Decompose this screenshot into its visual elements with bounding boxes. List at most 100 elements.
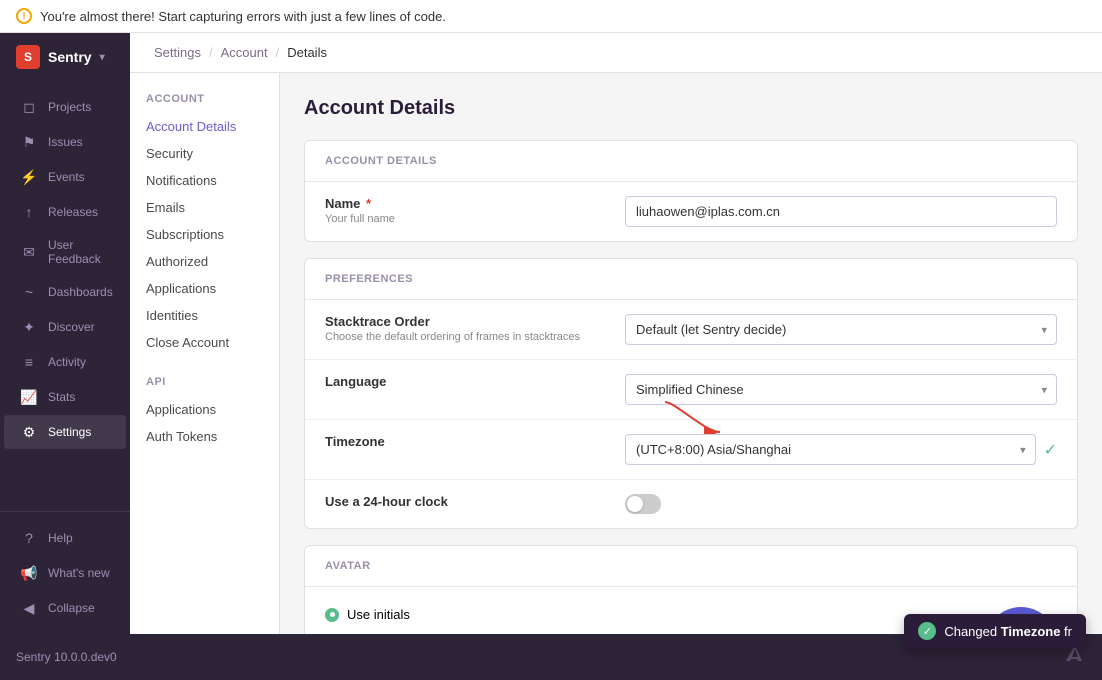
- breadcrumb-account[interactable]: Account: [221, 45, 268, 60]
- sidebar-item-help[interactable]: ? Help: [4, 521, 126, 555]
- sidebar-item-label: Dashboards: [48, 285, 113, 299]
- timezone-control: (UTC+8:00) Asia/Shanghai (UTC+0:00) UTC …: [625, 434, 1057, 465]
- sidebar-item-settings[interactable]: ⚙ Settings: [4, 415, 126, 449]
- issues-icon: ⚑: [20, 133, 38, 151]
- breadcrumb-sep1: /: [209, 45, 213, 60]
- dashboards-icon: ~: [20, 283, 38, 301]
- banner-message: You're almost there! Start capturing err…: [40, 9, 446, 24]
- stacktrace-select[interactable]: Default (let Sentry decide) Newest first…: [625, 314, 1057, 345]
- toast-check-icon: ✓: [918, 622, 936, 640]
- sidebar-item-label: Discover: [48, 320, 95, 334]
- left-nav-authorized[interactable]: Authorized: [130, 248, 279, 275]
- sidebar-item-label: What's new: [48, 566, 110, 580]
- left-nav-auth-tokens[interactable]: Auth Tokens: [130, 423, 279, 450]
- stats-icon: 📈: [20, 388, 38, 406]
- name-form-row: Name * Your full name: [305, 182, 1077, 241]
- settings-icon: ⚙: [20, 423, 38, 441]
- name-required-star: *: [366, 196, 371, 211]
- preferences-card: PREFERENCES Stacktrace Order Choose the …: [304, 258, 1078, 529]
- sidebar-item-label: Activity: [48, 355, 86, 369]
- sidebar-nav: ◻ Projects ⚑ Issues ⚡ Events ↑ Releases …: [0, 81, 130, 511]
- sidebar-item-label: Stats: [48, 390, 75, 404]
- sidebar-header[interactable]: S Sentry ▾: [0, 33, 130, 81]
- sidebar-item-label: Releases: [48, 205, 98, 219]
- stacktrace-label: Stacktrace Order: [325, 314, 605, 329]
- collapse-icon: ◀: [20, 599, 38, 617]
- clock-control: [625, 494, 1057, 514]
- language-select-wrapper: Simplified Chinese English Japanese ▾: [625, 374, 1057, 405]
- timezone-label-group: Timezone: [325, 434, 605, 451]
- version-label: Sentry 10.0.0.dev0: [16, 650, 117, 664]
- name-input[interactable]: [625, 196, 1057, 227]
- left-nav-close-account[interactable]: Close Account: [130, 329, 279, 356]
- preferences-header: PREFERENCES: [305, 259, 1077, 300]
- left-nav-identities[interactable]: Identities: [130, 302, 279, 329]
- breadcrumb-details: Details: [287, 45, 327, 60]
- name-label-group: Name * Your full name: [325, 196, 605, 225]
- left-nav-applications[interactable]: Applications: [130, 275, 279, 302]
- sidebar-item-projects[interactable]: ◻ Projects: [4, 90, 126, 124]
- toast-bold: Timezone: [1001, 624, 1061, 639]
- language-control: Simplified Chinese English Japanese ▾: [625, 374, 1057, 405]
- breadcrumb-settings[interactable]: Settings: [154, 45, 201, 60]
- sidebar-item-dashboards[interactable]: ~ Dashboards: [4, 275, 126, 309]
- content-area: Settings / Account / Details ACCOUNT Acc…: [130, 33, 1102, 634]
- sentry-logo: S: [16, 45, 40, 69]
- language-label-group: Language: [325, 374, 605, 391]
- sidebar-item-stats[interactable]: 📈 Stats: [4, 380, 126, 414]
- clock-label: Use a 24-hour clock: [325, 494, 605, 509]
- name-control: [625, 196, 1057, 227]
- sidebar-item-user-feedback[interactable]: ✉ User Feedback: [4, 230, 126, 274]
- account-details-card: ACCOUNT DETAILS Name * Your full name: [304, 140, 1078, 242]
- help-icon: ?: [20, 529, 38, 547]
- sidebar-item-label: Collapse: [48, 601, 95, 615]
- stacktrace-label-group: Stacktrace Order Choose the default orde…: [325, 314, 605, 343]
- sidebar-item-releases[interactable]: ↑ Releases: [4, 195, 126, 229]
- feedback-icon: ✉: [20, 243, 38, 261]
- toast-notification: ✓ Changed Timezone fr: [904, 614, 1086, 648]
- left-nav-api-section: API Applications Auth Tokens: [130, 372, 279, 450]
- timezone-select-wrapper: (UTC+8:00) Asia/Shanghai (UTC+0:00) UTC …: [625, 434, 1036, 465]
- sidebar-item-events[interactable]: ⚡ Events: [4, 160, 126, 194]
- account-details-header: ACCOUNT DETAILS: [305, 141, 1077, 182]
- left-nav-security[interactable]: Security: [130, 140, 279, 167]
- left-nav: ACCOUNT Account Details Security Notific…: [130, 73, 280, 634]
- sidebar-item-whats-new[interactable]: 📢 What's new: [4, 556, 126, 590]
- releases-icon: ↑: [20, 203, 38, 221]
- stacktrace-select-wrapper: Default (let Sentry decide) Newest first…: [625, 314, 1057, 345]
- discover-icon: ✦: [20, 318, 38, 336]
- left-nav-account-details[interactable]: Account Details: [130, 113, 279, 140]
- language-select[interactable]: Simplified Chinese English Japanese: [625, 374, 1057, 405]
- sidebar-item-discover[interactable]: ✦ Discover: [4, 310, 126, 344]
- sidebar-item-label: Projects: [48, 100, 91, 114]
- sidebar-item-collapse[interactable]: ◀ Collapse: [4, 591, 126, 625]
- breadcrumb: Settings / Account / Details: [130, 33, 1102, 73]
- name-sublabel: Your full name: [325, 213, 605, 225]
- whats-new-icon: 📢: [20, 564, 38, 582]
- stacktrace-form-row: Stacktrace Order Choose the default orde…: [305, 300, 1077, 360]
- timezone-select[interactable]: (UTC+8:00) Asia/Shanghai (UTC+0:00) UTC …: [625, 434, 1036, 465]
- timezone-check-icon: ✓: [1044, 440, 1057, 460]
- radio-initials-label: Use initials: [347, 607, 410, 622]
- radio-initials[interactable]: Use initials: [325, 607, 445, 622]
- left-nav-subscriptions[interactable]: Subscriptions: [130, 221, 279, 248]
- stacktrace-sublabel: Choose the default ordering of frames in…: [325, 331, 605, 343]
- left-nav-account-section: ACCOUNT Account Details Security Notific…: [130, 89, 279, 356]
- activity-icon: ≡: [20, 353, 38, 371]
- sidebar-item-label: Settings: [48, 425, 91, 439]
- projects-icon: ◻: [20, 98, 38, 116]
- left-nav-notifications[interactable]: Notifications: [130, 167, 279, 194]
- sidebar-item-issues[interactable]: ⚑ Issues: [4, 125, 126, 159]
- left-nav-api-applications[interactable]: Applications: [130, 396, 279, 423]
- timezone-label: Timezone: [325, 434, 605, 449]
- events-icon: ⚡: [20, 168, 38, 186]
- stacktrace-control: Default (let Sentry decide) Newest first…: [625, 314, 1057, 345]
- clock-toggle[interactable]: [625, 494, 661, 514]
- left-nav-emails[interactable]: Emails: [130, 194, 279, 221]
- main-content: Account Details ACCOUNT DETAILS Name * Y…: [280, 73, 1102, 634]
- sidebar: S Sentry ▾ ◻ Projects ⚑ Issues ⚡ Events …: [0, 33, 130, 634]
- sidebar-item-label: User Feedback: [48, 238, 110, 266]
- info-icon: !: [16, 8, 32, 24]
- radio-initials-btn: [325, 608, 339, 622]
- sidebar-item-activity[interactable]: ≡ Activity: [4, 345, 126, 379]
